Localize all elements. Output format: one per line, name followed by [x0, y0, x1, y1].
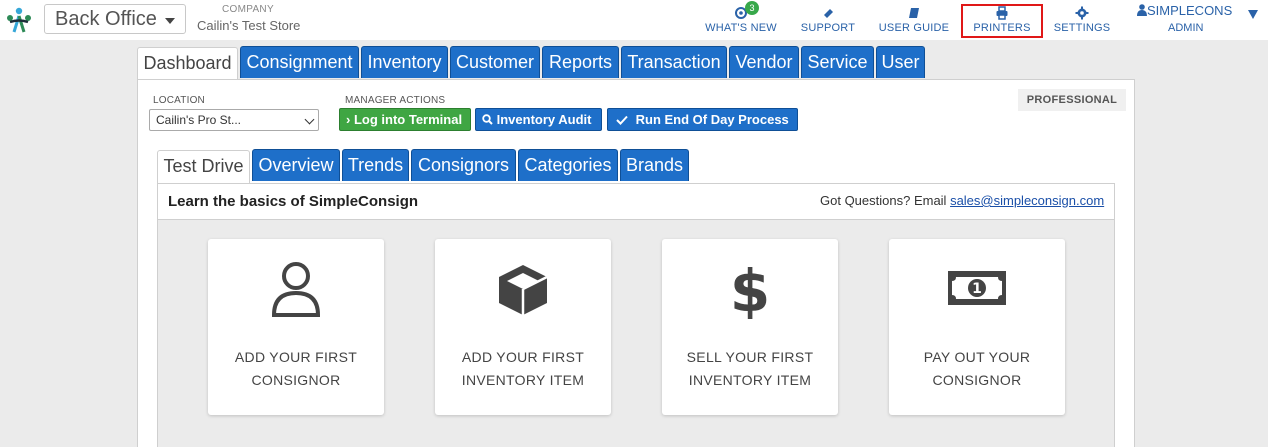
tab-trends[interactable]: Trends — [342, 149, 409, 181]
nav-label: SETTINGS — [1053, 22, 1111, 34]
gear-icon — [1075, 6, 1089, 20]
test-drive-title: Learn the basics of SimpleConsign — [168, 193, 419, 210]
user-menu[interactable]: SIMPLECONS — [1137, 3, 1237, 18]
nav-label: SUPPORT — [800, 22, 856, 34]
nav-whats-new[interactable]: 3 WHAT'S NEW — [705, 1, 777, 34]
sales-email-link[interactable]: sales@simpleconsign.com — [950, 193, 1104, 208]
card-label-line2: INVENTORY ITEM — [461, 372, 585, 388]
user-role: ADMIN — [1168, 22, 1204, 34]
user-icon — [1137, 4, 1147, 16]
card-label-line1: PAY OUT YOUR — [923, 349, 1031, 365]
tab-inventory[interactable]: Inventory — [361, 46, 448, 78]
card-sell-inventory[interactable]: $ SELL YOUR FIRST INVENTORY ITEM — [662, 239, 838, 415]
tab-user[interactable]: User — [876, 46, 925, 78]
plan-badge: PROFESSIONAL — [1018, 89, 1126, 111]
card-add-inventory[interactable]: ADD YOUR FIRST INVENTORY ITEM — [435, 239, 611, 415]
svg-text:$: $ — [730, 259, 770, 319]
tab-transaction[interactable]: Transaction — [621, 46, 727, 78]
tab-customer[interactable]: Customer — [450, 46, 540, 78]
app-switcher-label: Back Office — [55, 8, 157, 30]
run-end-of-day-button[interactable]: Run End Of Day Process — [607, 108, 798, 131]
manager-actions-caption: MANAGER ACTIONS — [345, 95, 446, 106]
location-caption: LOCATION — [153, 95, 205, 106]
card-label-line2: CONSIGNOR — [932, 372, 1022, 388]
tab-test-drive[interactable]: Test Drive — [157, 150, 250, 184]
chevron-down-icon — [304, 114, 315, 125]
tab-overview[interactable]: Overview — [252, 149, 340, 181]
tab-categories[interactable]: Categories — [518, 149, 618, 181]
svg-text:1: 1 — [972, 281, 982, 297]
book-icon — [909, 8, 919, 18]
log-into-terminal-button[interactable]: › Log into Terminal — [339, 108, 471, 131]
nav-printers[interactable]: PRINTERS — [966, 6, 1038, 34]
nav-settings[interactable]: SETTINGS — [1052, 6, 1112, 34]
whats-new-badge: 3 — [745, 1, 759, 15]
company-name: Cailin's Test Store — [197, 18, 301, 33]
tab-brands[interactable]: Brands — [620, 149, 689, 181]
box-icon — [499, 265, 548, 315]
tab-consignors[interactable]: Consignors — [411, 149, 516, 181]
company-caption: COMPANY — [222, 4, 274, 15]
nav-support[interactable]: SUPPORT — [800, 6, 856, 34]
card-label-line1: ADD YOUR FIRST — [234, 349, 358, 365]
location-select[interactable]: Cailin's Pro St... — [149, 109, 319, 131]
check-icon — [616, 115, 628, 125]
card-label-line1: ADD YOUR FIRST — [461, 349, 585, 365]
chevron-right-icon: › — [346, 112, 351, 127]
tab-vendor[interactable]: Vendor — [729, 46, 799, 78]
tab-reports[interactable]: Reports — [542, 46, 619, 78]
card-pay-out[interactable]: 1 PAY OUT YOUR CONSIGNOR — [889, 239, 1065, 415]
simpleconsign-logo-icon[interactable] — [4, 5, 34, 35]
location-value: Cailin's Pro St... — [156, 113, 241, 127]
card-add-consignor[interactable]: ADD YOUR FIRST CONSIGNOR — [208, 239, 384, 415]
card-label-line1: SELL YOUR FIRST — [686, 349, 814, 365]
questions-label: Got Questions? Email — [820, 193, 951, 208]
button-label: Run End Of Day Process — [635, 112, 789, 127]
printer-icon — [996, 6, 1008, 20]
app-switcher-select[interactable]: Back Office — [44, 4, 186, 34]
tab-service[interactable]: Service — [801, 46, 874, 78]
nav-label: WHAT'S NEW — [705, 22, 777, 34]
user-name: SIMPLECONS — [1147, 3, 1233, 18]
caret-down-icon[interactable] — [1248, 10, 1258, 19]
questions-text: Got Questions? Email sales@simpleconsign… — [820, 193, 1104, 208]
nav-label: PRINTERS — [973, 22, 1031, 34]
ticket-icon — [824, 9, 833, 18]
search-icon — [482, 114, 493, 125]
button-label: Inventory Audit — [496, 112, 592, 127]
nav-user-guide[interactable]: USER GUIDE — [878, 6, 950, 34]
card-label-line2: INVENTORY ITEM — [688, 372, 812, 388]
user-outline-icon — [271, 262, 321, 317]
button-label: Log into Terminal — [353, 112, 463, 127]
nav-label: USER GUIDE — [878, 22, 950, 34]
tab-dashboard[interactable]: Dashboard — [137, 47, 238, 81]
inventory-audit-button[interactable]: Inventory Audit — [475, 108, 602, 131]
dollar-icon: $ — [730, 259, 770, 319]
caret-down-icon — [165, 18, 175, 24]
money-bill-icon: 1 — [948, 271, 1006, 305]
card-label-line2: CONSIGNOR — [251, 372, 341, 388]
tab-consignment[interactable]: Consignment — [240, 46, 359, 78]
